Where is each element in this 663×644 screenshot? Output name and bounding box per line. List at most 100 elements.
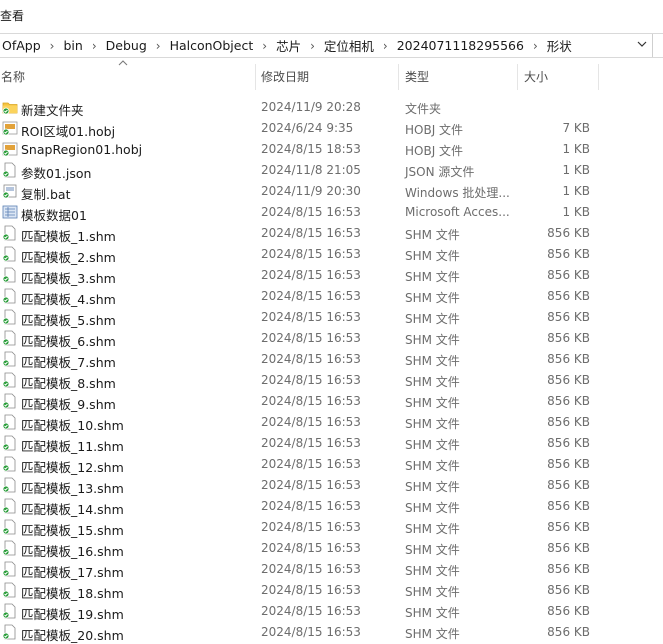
file-row[interactable]: 匹配模板_9.shm 2024/8/15 16:53 SHM 文件 856 KB <box>0 391 663 412</box>
file-size: 856 KB <box>547 583 590 597</box>
shm-file-icon <box>2 561 16 577</box>
file-name: 匹配模板_4.shm <box>21 292 116 307</box>
file-row[interactable]: 匹配模板_1.shm 2024/8/15 16:53 SHM 文件 856 KB <box>0 223 663 244</box>
chevron-down-icon[interactable] <box>634 38 650 54</box>
file-name: 匹配模板_19.shm <box>21 607 124 622</box>
file-name: 匹配模板_6.shm <box>21 334 116 349</box>
chevron-right-icon[interactable]: › <box>528 39 543 53</box>
folder-icon <box>2 102 18 115</box>
file-row[interactable]: 匹配模板_18.shm 2024/8/15 16:53 SHM 文件 856 KB <box>0 580 663 601</box>
breadcrumb: OfApp › bin › Debug › HalconObject › 芯片 … <box>0 34 576 57</box>
file-row[interactable]: 匹配模板_6.shm 2024/8/15 16:53 SHM 文件 856 KB <box>0 328 663 349</box>
shm-file-icon <box>2 372 16 388</box>
file-size: 856 KB <box>547 373 590 387</box>
column-type[interactable]: 类型 <box>405 68 429 85</box>
file-row[interactable]: 匹配模板_5.shm 2024/8/15 16:53 SHM 文件 856 KB <box>0 307 663 328</box>
file-date: 2024/6/24 9:35 <box>261 121 354 135</box>
file-row[interactable]: 匹配模板_8.shm 2024/8/15 16:53 SHM 文件 856 KB <box>0 370 663 391</box>
json-file-icon <box>2 162 16 178</box>
file-row[interactable]: 匹配模板_7.shm 2024/8/15 16:53 SHM 文件 856 KB <box>0 349 663 370</box>
file-type: SHM 文件 <box>405 249 460 263</box>
view-tab[interactable]: 查看 <box>0 7 24 24</box>
column-divider[interactable] <box>598 64 599 90</box>
file-type: SHM 文件 <box>405 459 460 473</box>
file-row[interactable]: 匹配模板_11.shm 2024/8/15 16:53 SHM 文件 856 KB <box>0 433 663 454</box>
file-name: 匹配模板_13.shm <box>21 481 124 496</box>
column-divider[interactable] <box>398 64 399 90</box>
file-size: 856 KB <box>547 415 590 429</box>
file-row[interactable]: 匹配模板_2.shm 2024/8/15 16:53 SHM 文件 856 KB <box>0 244 663 265</box>
shm-file-icon <box>2 519 16 535</box>
file-row[interactable]: 匹配模板_3.shm 2024/8/15 16:53 SHM 文件 856 KB <box>0 265 663 286</box>
file-row[interactable]: 匹配模板_13.shm 2024/8/15 16:53 SHM 文件 856 KB <box>0 475 663 496</box>
chevron-right-icon[interactable]: › <box>305 39 320 53</box>
file-row[interactable]: 匹配模板_15.shm 2024/8/15 16:53 SHM 文件 856 KB <box>0 517 663 538</box>
breadcrumb-item[interactable]: bin <box>59 38 86 53</box>
file-size: 856 KB <box>547 478 590 492</box>
file-row[interactable]: ROI区域01.hobj 2024/6/24 9:35 HOBJ 文件 7 KB <box>0 118 663 139</box>
file-name: 匹配模板_16.shm <box>21 544 124 559</box>
chevron-right-icon[interactable]: › <box>378 39 393 53</box>
file-name: SnapRegion01.hobj <box>21 142 143 157</box>
file-row[interactable]: 匹配模板_16.shm 2024/8/15 16:53 SHM 文件 856 KB <box>0 538 663 559</box>
file-type: SHM 文件 <box>405 312 460 326</box>
breadcrumb-item[interactable]: OfApp <box>0 38 45 53</box>
file-type: SHM 文件 <box>405 438 460 452</box>
sort-ascending-icon <box>118 60 128 66</box>
chevron-right-icon[interactable]: › <box>257 39 272 53</box>
file-date: 2024/8/15 18:53 <box>261 142 361 156</box>
file-row[interactable]: 匹配模板_10.shm 2024/8/15 16:53 SHM 文件 856 KB <box>0 412 663 433</box>
breadcrumb-item[interactable]: 形状 <box>543 36 576 55</box>
file-size: 1 KB <box>562 163 590 177</box>
chevron-right-icon[interactable]: › <box>151 39 166 53</box>
breadcrumb-item[interactable]: 2024071118295566 <box>393 38 528 53</box>
column-divider[interactable] <box>255 64 256 90</box>
file-row[interactable]: 参数01.json 2024/11/8 21:05 JSON 源文件 1 KB <box>0 160 663 181</box>
breadcrumb-item[interactable]: 芯片 <box>272 36 305 55</box>
file-date: 2024/8/15 16:53 <box>261 205 361 219</box>
file-row[interactable]: 复制.bat 2024/11/9 20:30 Windows 批处理... 1 KB <box>0 181 663 202</box>
file-row[interactable]: 模板数据01 2024/8/15 16:53 Microsoft Acces... 1… <box>0 202 663 223</box>
chevron-right-icon[interactable]: › <box>45 39 60 53</box>
file-name: 匹配模板_2.shm <box>21 250 116 265</box>
file-name: 模板数据01 <box>21 208 87 223</box>
column-name[interactable]: 名称 <box>1 68 25 85</box>
address-bar[interactable]: OfApp › bin › Debug › HalconObject › 芯片 … <box>0 33 663 58</box>
file-name: 匹配模板_5.shm <box>21 313 116 328</box>
breadcrumb-item[interactable]: Debug <box>102 38 151 53</box>
file-name: 参数01.json <box>21 166 92 181</box>
breadcrumb-item[interactable]: HalconObject <box>166 38 258 53</box>
column-size[interactable]: 大小 <box>524 68 548 85</box>
file-row[interactable]: 匹配模板_4.shm 2024/8/15 16:53 SHM 文件 856 KB <box>0 286 663 307</box>
shm-file-icon <box>2 393 16 409</box>
file-size: 7 KB <box>562 121 590 135</box>
file-name: 新建文件夹 <box>21 103 84 118</box>
file-size: 856 KB <box>547 562 590 576</box>
hobj-file-icon <box>2 142 18 157</box>
file-date: 2024/8/15 16:53 <box>261 247 361 261</box>
file-name: 匹配模板_20.shm <box>21 628 124 643</box>
file-type: SHM 文件 <box>405 228 460 242</box>
file-row[interactable]: 匹配模板_20.shm 2024/8/15 16:53 SHM 文件 856 KB <box>0 622 663 643</box>
column-divider[interactable] <box>517 64 518 90</box>
file-size: 1 KB <box>562 142 590 156</box>
shm-file-icon <box>2 330 16 346</box>
file-size: 1 KB <box>562 205 590 219</box>
file-size: 1 KB <box>562 184 590 198</box>
file-date: 2024/8/15 16:53 <box>261 520 361 534</box>
file-date: 2024/8/15 16:53 <box>261 436 361 450</box>
file-row[interactable]: 匹配模板_12.shm 2024/8/15 16:53 SHM 文件 856 KB <box>0 454 663 475</box>
refresh-button[interactable] <box>652 34 663 57</box>
file-date: 2024/8/15 16:53 <box>261 268 361 282</box>
file-row[interactable]: 匹配模板_14.shm 2024/8/15 16:53 SHM 文件 856 KB <box>0 496 663 517</box>
file-date: 2024/8/15 16:53 <box>261 583 361 597</box>
file-row[interactable]: 新建文件夹 2024/11/9 20:28 文件夹 <box>0 97 663 118</box>
file-date: 2024/11/9 20:30 <box>261 184 361 198</box>
column-date[interactable]: 修改日期 <box>261 68 309 85</box>
file-row[interactable]: 匹配模板_17.shm 2024/8/15 16:53 SHM 文件 856 KB <box>0 559 663 580</box>
chevron-right-icon[interactable]: › <box>87 39 102 53</box>
file-row[interactable]: 匹配模板_19.shm 2024/8/15 16:53 SHM 文件 856 KB <box>0 601 663 622</box>
file-type: SHM 文件 <box>405 543 460 557</box>
file-row[interactable]: SnapRegion01.hobj 2024/8/15 18:53 HOBJ 文件 1… <box>0 139 663 160</box>
breadcrumb-item[interactable]: 定位相机 <box>320 36 378 55</box>
